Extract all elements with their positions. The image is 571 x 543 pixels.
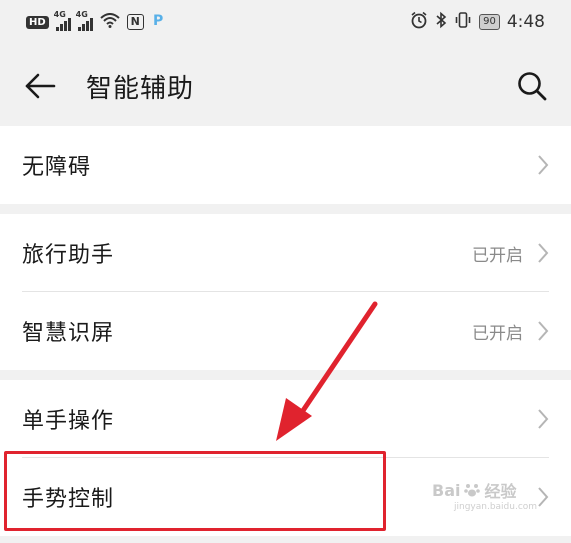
network-type-label: 4G: [53, 9, 66, 19]
watermark-brand: Bai: [432, 480, 461, 500]
page-title: 智能辅助: [86, 74, 195, 104]
settings-item-status: 已开启: [472, 323, 523, 344]
settings-item-travel-assistant[interactable]: 旅行助手 已开启: [0, 214, 571, 292]
settings-item-label: 智慧识屏: [22, 321, 115, 346]
hd-badge: HD: [26, 15, 49, 29]
back-button[interactable]: [20, 68, 60, 104]
settings-item-accessibility[interactable]: 无障碍: [0, 126, 571, 204]
paw-icon: [464, 484, 481, 497]
status-time: 4:48: [506, 12, 545, 32]
bluetooth-icon: [435, 11, 447, 33]
settings-item-label: 旅行助手: [22, 243, 115, 268]
wifi-icon: [100, 12, 120, 32]
alarm-icon: [410, 11, 428, 33]
settings-group-accessibility: 无障碍: [0, 126, 571, 204]
settings-item-label: 单手操作: [22, 409, 115, 434]
watermark-url: jingyan.baidu.com: [454, 502, 538, 512]
status-bar: HD 4G 4G N P 90 4:48: [0, 0, 571, 44]
chevron-right-icon: [538, 321, 549, 341]
watermark-cn: 经验: [484, 482, 517, 501]
chevron-right-icon: [538, 409, 549, 429]
signal-icon: 4G: [54, 10, 71, 31]
chevron-right-icon: [538, 155, 549, 175]
app-notification-icon: P: [151, 11, 167, 33]
settings-group-assistants: 旅行助手 已开启 智慧识屏 已开启: [0, 214, 571, 370]
settings-item-status: 已开启: [472, 245, 523, 266]
chevron-right-icon: [538, 243, 549, 263]
search-button[interactable]: [512, 66, 552, 106]
signal-icon: 4G: [76, 10, 93, 31]
settings-item-smart-screen[interactable]: 智慧识屏 已开启: [0, 292, 571, 370]
battery-indicator: 90: [479, 14, 500, 30]
annotation-highlight-box: [4, 451, 386, 531]
network-type-label: 4G: [75, 9, 88, 19]
arrow-left-icon: [25, 73, 56, 99]
baidu-watermark: Bai 经验 jingyan.baidu.com: [432, 478, 537, 513]
status-right: 90 4:48: [410, 11, 545, 33]
search-icon: [518, 72, 547, 101]
settings-item-one-hand[interactable]: 单手操作: [0, 380, 571, 458]
svg-text:P: P: [153, 13, 163, 29]
status-left: HD 4G 4G N P: [26, 10, 167, 33]
vibrate-icon: [454, 11, 472, 33]
nfc-icon: N: [126, 14, 144, 30]
title-bar: 智能辅助: [0, 44, 571, 126]
chevron-right-icon: [538, 487, 549, 507]
settings-item-label: 无障碍: [22, 155, 92, 180]
